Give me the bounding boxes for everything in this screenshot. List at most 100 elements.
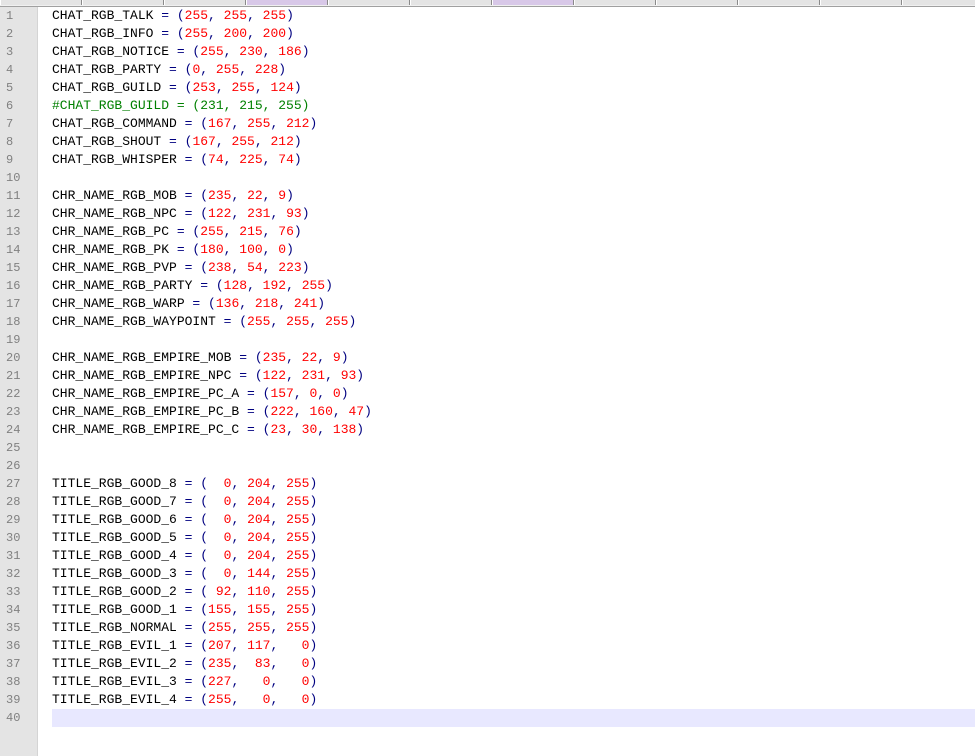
code-text: CHR_NAME_RGB_EMPIRE_PC_C = (23, 30, 138) (52, 421, 975, 439)
document-tab[interactable] (656, 0, 738, 5)
code-line[interactable]: 30 TITLE_RGB_GOOD_5 = ( 0, 204, 255) (0, 529, 975, 547)
code-line[interactable]: 29 TITLE_RGB_GOOD_6 = ( 0, 204, 255) (0, 511, 975, 529)
line-number: 25 (6, 441, 21, 455)
document-tab[interactable] (492, 0, 574, 5)
number-value: 255 (231, 80, 255, 95)
operator: ) (309, 602, 318, 617)
code-text: CHAT_RGB_TALK = (255, 255, 255) (52, 7, 975, 25)
operator: , (231, 206, 248, 221)
code-line[interactable]: 31 TITLE_RGB_GOOD_4 = ( 0, 204, 255) (0, 547, 975, 565)
variable-name: TITLE_RGB_GOOD_3 (52, 566, 177, 581)
code-line[interactable]: 5 CHAT_RGB_GUILD = (253, 255, 124) (0, 79, 975, 97)
code-line[interactable]: 26 (0, 457, 975, 475)
comment-text: #CHAT_RGB_GUILD = (231, 215, 255) (52, 98, 310, 113)
code-line[interactable]: 12 CHR_NAME_RGB_NPC = (122, 231, 93) (0, 205, 975, 223)
document-tab[interactable] (820, 0, 902, 5)
code-line[interactable]: 37 TITLE_RGB_EVIL_2 = (235, 83, 0) (0, 655, 975, 673)
operator: ) (309, 692, 318, 707)
operator: = ( (176, 530, 209, 545)
line-number: 36 (6, 639, 21, 653)
code-line[interactable]: 36 TITLE_RGB_EVIL_1 = (207, 117, 0) (0, 637, 975, 655)
line-number: 5 (6, 81, 14, 95)
code-text: CHAT_RGB_GUILD = (253, 255, 124) (52, 79, 975, 97)
code-line[interactable]: 21 CHR_NAME_RGB_EMPIRE_NPC = (122, 231, 9… (0, 367, 975, 385)
number-value: 207 (208, 638, 232, 653)
code-line[interactable]: 20 CHR_NAME_RGB_EMPIRE_MOB = (235, 22, 9) (0, 349, 975, 367)
code-line[interactable]: 15 CHR_NAME_RGB_PVP = (238, 54, 223) (0, 259, 975, 277)
tab-bar[interactable] (0, 0, 975, 7)
operator: = ( (153, 8, 185, 23)
code-line[interactable]: 23 CHR_NAME_RGB_EMPIRE_PC_B = (222, 160, … (0, 403, 975, 421)
operator: , (325, 368, 341, 383)
code-line[interactable]: 22 CHR_NAME_RGB_EMPIRE_PC_A = (157, 0, 0) (0, 385, 975, 403)
code-line[interactable]: 18 CHR_NAME_RGB_WAYPOINT = (255, 255, 255… (0, 313, 975, 331)
document-tab[interactable] (738, 0, 820, 5)
code-line[interactable]: 4 CHAT_RGB_PARTY = (0, 255, 228) (0, 61, 975, 79)
code-line[interactable]: 7 CHAT_RGB_COMMAND = (167, 255, 212) (0, 115, 975, 133)
code-line[interactable]: 35 TITLE_RGB_NORMAL = (255, 255, 255) (0, 619, 975, 637)
line-number: 37 (6, 657, 21, 671)
operator: , (270, 638, 287, 653)
code-line[interactable]: 25 (0, 439, 975, 457)
code-text: TITLE_RGB_GOOD_7 = ( 0, 204, 255) (52, 493, 975, 511)
code-line[interactable]: 16 CHR_NAME_RGB_PARTY = (128, 192, 255) (0, 277, 975, 295)
code-line[interactable]: 2 CHAT_RGB_INFO = (255, 200, 200) (0, 25, 975, 43)
code-text: CHR_NAME_RGB_EMPIRE_MOB = (235, 22, 9) (52, 349, 975, 367)
document-tab[interactable] (328, 0, 410, 5)
line-number: 3 (6, 45, 14, 59)
code-line[interactable]: 1 CHAT_RGB_TALK = (255, 255, 255) (0, 7, 975, 25)
document-tab[interactable] (574, 0, 656, 5)
operator: ) (293, 224, 302, 239)
line-number: 17 (6, 297, 21, 311)
number-value: 122 (208, 206, 232, 221)
code-text: CHR_NAME_RGB_WAYPOINT = (255, 255, 255) (52, 313, 975, 331)
code-line[interactable]: 40 (0, 709, 975, 727)
code-text: CHR_NAME_RGB_PVP = (238, 54, 223) (52, 259, 975, 277)
operator: = ( (239, 422, 271, 437)
number-value: 155 (208, 602, 232, 617)
code-line[interactable]: 32 TITLE_RGB_GOOD_3 = ( 0, 144, 255) (0, 565, 975, 583)
code-line[interactable]: 38 TITLE_RGB_EVIL_3 = (227, 0, 0) (0, 673, 975, 691)
code-line[interactable]: 28 TITLE_RGB_GOOD_7 = ( 0, 204, 255) (0, 493, 975, 511)
number-value: 255 (325, 314, 349, 329)
document-tab[interactable] (82, 0, 164, 5)
operator: , (262, 188, 279, 203)
code-editor[interactable]: 1 CHAT_RGB_TALK = (255, 255, 255) 2 CHAT_RG… (0, 7, 975, 756)
code-line[interactable]: 13 CHR_NAME_RGB_PC = (255, 215, 76) (0, 223, 975, 241)
code-line[interactable]: 33 TITLE_RGB_GOOD_2 = ( 92, 110, 255) (0, 583, 975, 601)
code-line[interactable]: 34 TITLE_RGB_GOOD_1 = (155, 155, 255) (0, 601, 975, 619)
code-line[interactable]: 6 #CHAT_RGB_GUILD = (231, 215, 255) (0, 97, 975, 115)
operator: = ( (176, 206, 209, 221)
line-number: 19 (6, 333, 21, 347)
variable-name: CHAT_RGB_NOTICE (52, 44, 170, 59)
document-tab[interactable] (246, 0, 328, 5)
variable-name: CHR_NAME_RGB_EMPIRE_MOB (52, 350, 232, 365)
code-line[interactable]: 8 CHAT_RGB_SHOUT = (167, 255, 212) (0, 133, 975, 151)
document-tab[interactable] (164, 0, 246, 5)
code-line[interactable]: 17 CHR_NAME_RGB_WARP = (136, 218, 241) (0, 295, 975, 313)
document-tab[interactable] (902, 0, 975, 5)
number-value: 167 (208, 116, 232, 131)
code-line[interactable]: 11 CHR_NAME_RGB_MOB = (235, 22, 9) (0, 187, 975, 205)
code-line[interactable]: 39 TITLE_RGB_EVIL_4 = (255, 0, 0) (0, 691, 975, 709)
number-value: 124 (270, 80, 294, 95)
operator: ) (286, 242, 294, 257)
code-line[interactable]: 24 CHR_NAME_RGB_EMPIRE_PC_C = (23, 30, 13… (0, 421, 975, 439)
code-line[interactable]: 14 CHR_NAME_RGB_PK = (180, 100, 0) (0, 241, 975, 259)
operator: , (270, 656, 287, 671)
operator: = ( (176, 656, 209, 671)
code-line[interactable]: 27 TITLE_RGB_GOOD_8 = ( 0, 204, 255) (0, 475, 975, 493)
code-line[interactable]: 19 (0, 331, 975, 349)
code-line[interactable]: 9 CHAT_RGB_WHISPER = (74, 225, 74) (0, 151, 975, 169)
document-tab[interactable] (0, 0, 82, 5)
variable-name: CHR_NAME_RGB_MOB (52, 188, 177, 203)
operator: = ( (176, 638, 209, 653)
document-tab[interactable] (410, 0, 492, 5)
code-line[interactable]: 10 (0, 169, 975, 187)
operator: , (270, 476, 287, 491)
code-line[interactable]: 3 CHAT_RGB_NOTICE = (255, 230, 186) (0, 43, 975, 61)
line-number: 31 (6, 549, 21, 563)
operator: ) (309, 512, 318, 527)
operator: , (231, 638, 248, 653)
